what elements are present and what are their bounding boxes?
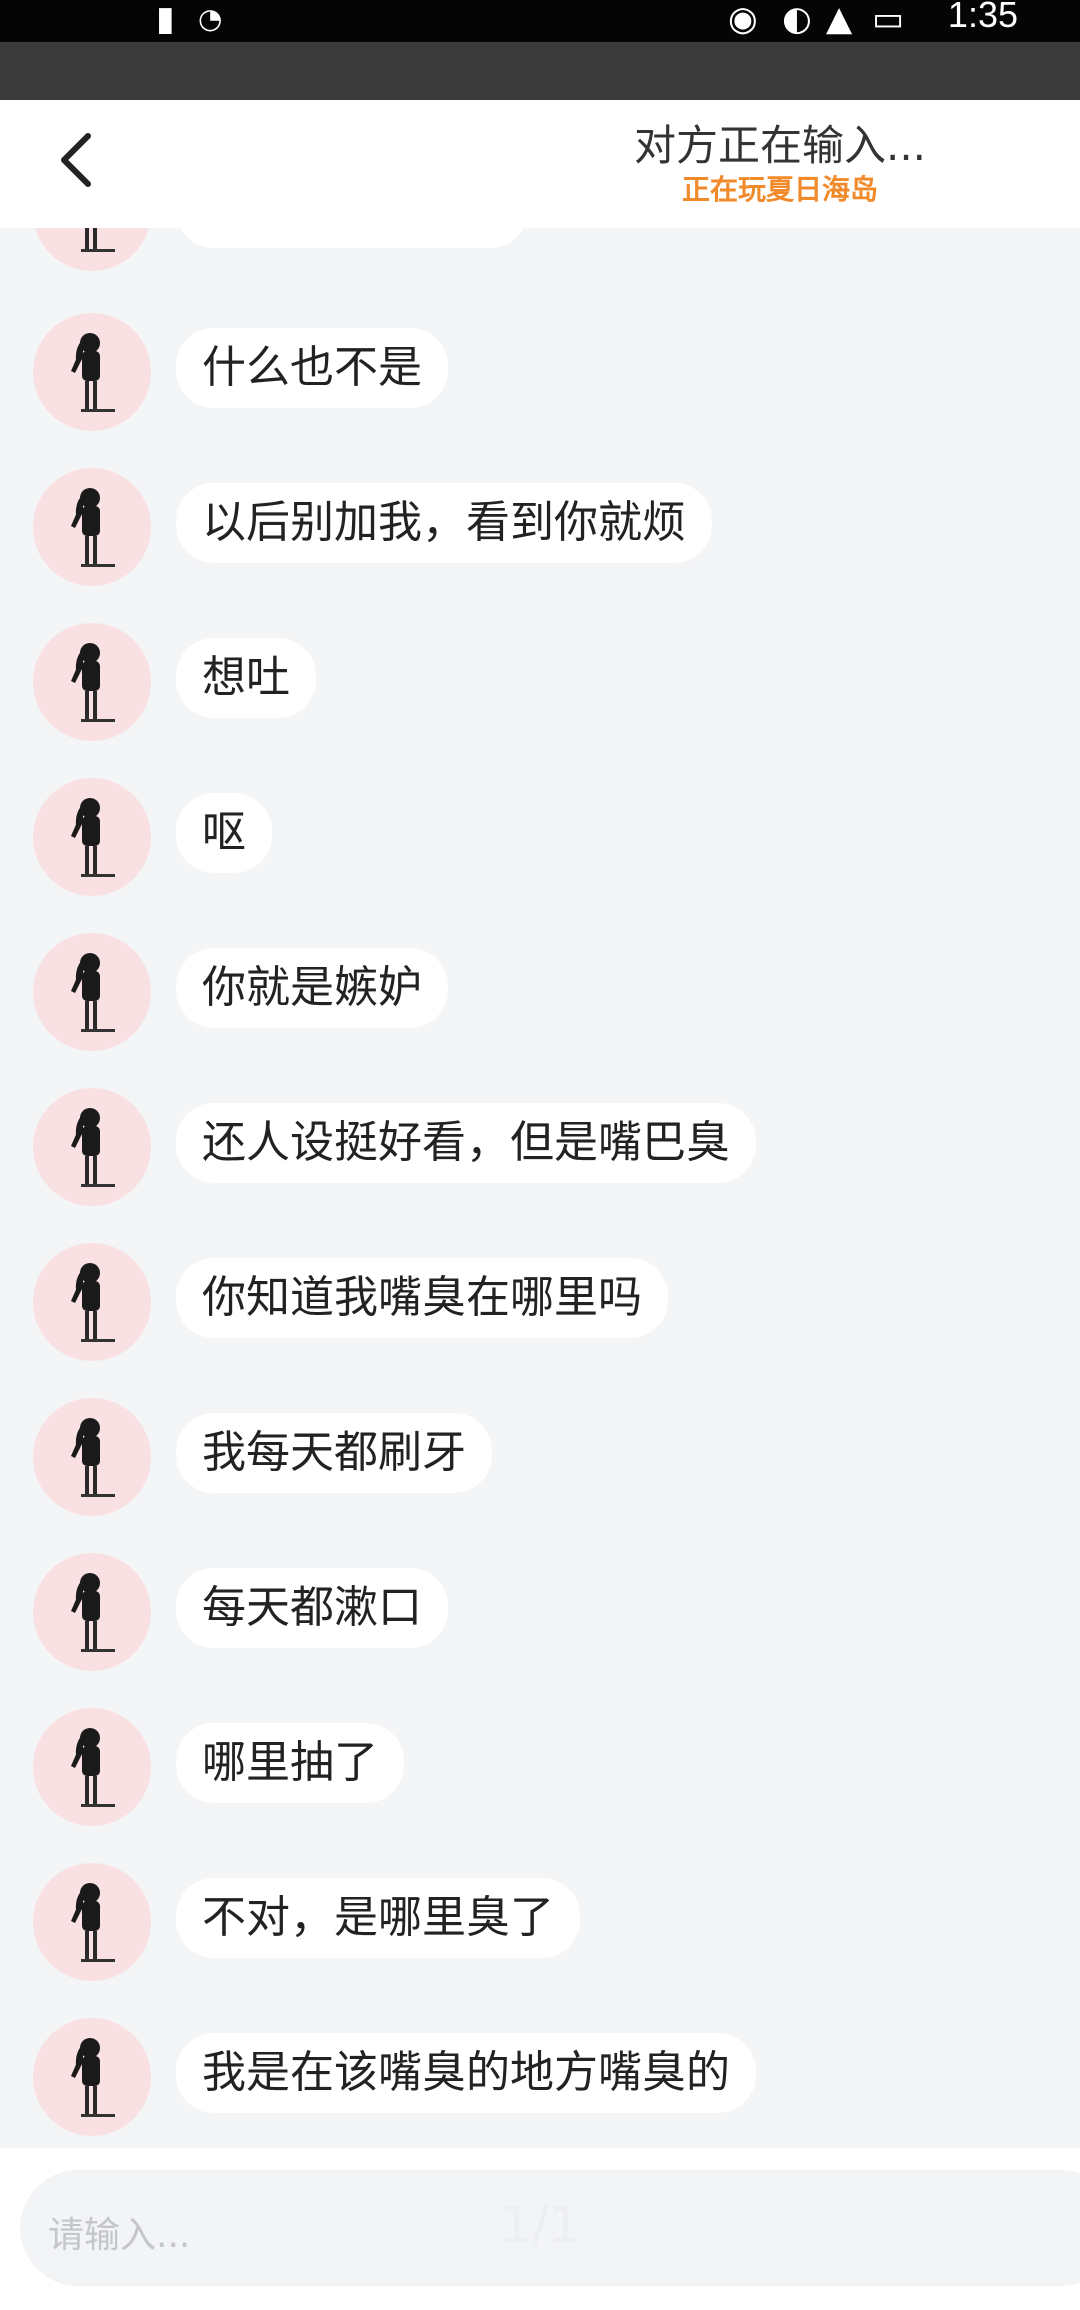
avatar-figure-icon [71,953,115,1032]
message-bubble: 我是在该嘴臭的地方嘴臭的 [176,2033,756,2113]
avatar-figure-icon [71,2038,115,2117]
message-bubble: 不对，是哪里臭了 [176,1878,580,1958]
message-bubble: 以后别加我，看到你就烦 [176,483,712,563]
avatar-figure-icon [71,1883,115,1962]
avatar[interactable] [33,1088,151,1206]
message-bubble: 你知道我嘴臭在哪里吗 [176,1258,668,1338]
message-bubble: 你就是嫉妒 [176,948,448,1028]
message-bubble: 什么也不是 [176,328,448,408]
message-input[interactable]: 请输入... 1/1 [20,2170,1080,2286]
mute-icon: ▲ [826,0,853,39]
chat-header: 对方正在输入... 正在玩夏日海岛 [0,100,1080,228]
chevron-left-icon [61,133,91,187]
message-row: 我是在该嘴臭的地方嘴臭的 [0,2018,1080,2148]
avatar[interactable] [33,1398,151,1516]
message-bubble: 呕 [176,793,272,873]
message-row: 还人设挺好看，但是嘴巴臭 [0,1088,1080,1218]
avatar[interactable] [33,1243,151,1361]
eye-icon: ◉ [728,0,758,39]
message-row: 哪里抽了 [0,1708,1080,1838]
avatar-figure-icon [71,488,115,567]
avatar-figure-icon [81,228,115,252]
message-row: 不对，是哪里臭了 [0,1863,1080,1993]
message-bubble: 想吐 [176,638,316,718]
input-placeholder: 请输入... [48,2215,191,2256]
avatar[interactable] [33,468,151,586]
message-row: 什么也不是 [0,313,1080,443]
avatar[interactable] [33,623,151,741]
message-row: 想吐 [0,623,1080,753]
avatar[interactable] [33,1863,151,1981]
alarm-icon: ◐ [782,0,812,39]
avatar[interactable] [33,1553,151,1671]
avatar[interactable] [33,2018,151,2136]
status-time: 1:35 [947,0,1018,35]
avatar-figure-icon [71,1108,115,1187]
avatar-figure-icon [71,1573,115,1652]
message-bubble: 我每天都刷牙 [176,1413,492,1493]
avatar-figure-icon [71,1728,115,1807]
back-button[interactable] [50,120,110,200]
message-bubble [176,228,528,248]
avatar[interactable] [33,933,151,1051]
activity-subtitle: 正在玩夏日海岛 [681,173,878,206]
avatar[interactable] [33,1708,151,1826]
status-bar: ▮ ◔ ◉ ◐ ▲ ▭ 1:35 [0,0,1080,42]
avatar-figure-icon [71,643,115,722]
message-row: 你知道我嘴臭在哪里吗 [0,1243,1080,1373]
avatar[interactable] [33,228,151,271]
typing-status-title: 对方正在输入... [633,121,927,170]
message-bubble: 每天都漱口 [176,1568,448,1648]
page-counter: 1/1 [500,2196,581,2254]
message-row: 以后别加我，看到你就烦 [0,468,1080,598]
input-bar: 请输入... 1/1 [0,2148,1080,2310]
message-bubble: 还人设挺好看，但是嘴巴臭 [176,1103,756,1183]
avatar-figure-icon [71,798,115,877]
wifi-icon: ◔ [198,2,223,35]
avatar-figure-icon [71,333,115,412]
battery-icon: ▭ [872,0,905,39]
avatar-figure-icon [71,1418,115,1497]
notification-strip [0,42,1080,100]
avatar[interactable] [33,778,151,896]
message-row [0,228,1080,283]
avatar[interactable] [33,313,151,431]
message-row: 我每天都刷牙 [0,1398,1080,1528]
avatar-figure-icon [71,1263,115,1342]
message-row: 你就是嫉妒 [0,933,1080,1063]
sim-icon: ▮ [156,0,175,39]
message-row: 每天都漱口 [0,1553,1080,1683]
message-row: 呕 [0,778,1080,908]
message-bubble: 哪里抽了 [176,1723,404,1803]
chat-list[interactable]: 什么也不是 以后别加我，看到你就烦 想吐 呕 你就是嫉妒 还人设挺好看，但是嘴巴… [0,228,1080,2148]
